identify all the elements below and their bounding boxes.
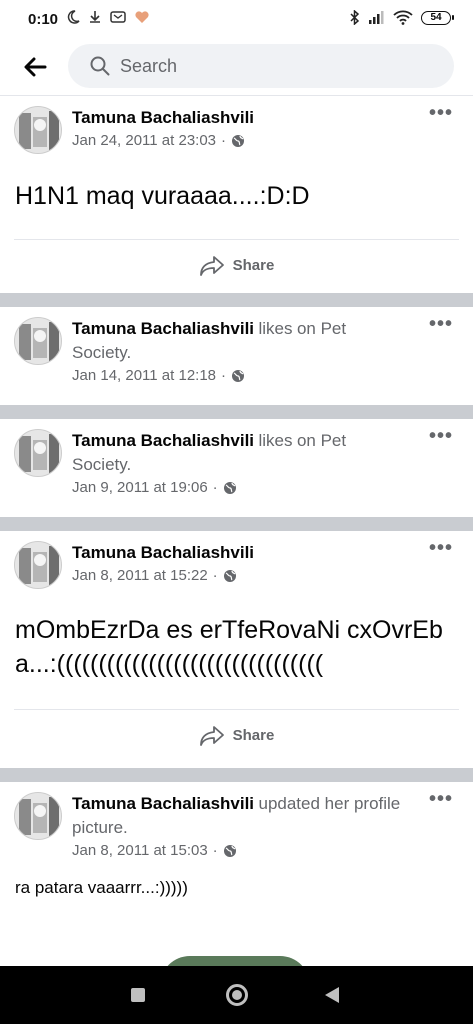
post-meta: Jan 9, 2011 at 19:06 · [72, 479, 409, 496]
more-options-button[interactable]: ••• [429, 789, 453, 809]
author-name[interactable]: Tamuna Bachaliashvili [72, 319, 254, 338]
back-arrow-icon [24, 57, 47, 77]
bluetooth-icon [350, 10, 360, 25]
share-icon [199, 725, 224, 746]
signal-icon [369, 11, 384, 24]
more-options-button[interactable]: ••• [429, 426, 453, 446]
post-separator [0, 517, 473, 531]
health-icon [135, 11, 149, 23]
author-name[interactable]: Tamuna Bachaliashvili [72, 543, 254, 562]
more-options-button[interactable]: ••• [429, 538, 453, 558]
post: Tamuna Bachaliashvili Jan 24, 2011 at 23… [0, 96, 473, 293]
post-meta: Jan 24, 2011 at 23:03 · [72, 132, 409, 149]
home-button[interactable] [226, 984, 248, 1006]
more-options-button[interactable]: ••• [429, 314, 453, 334]
avatar[interactable] [14, 106, 62, 154]
share-button[interactable]: Share [14, 709, 459, 761]
share-label: Share [232, 257, 275, 274]
post-text: mOmbEzrDa es erTfeRovaNi cxOvrEba...:(((… [15, 616, 443, 678]
status-left-icons [66, 10, 150, 24]
system-nav-bar [0, 966, 473, 1024]
post: Tamuna Bachaliashvili likes on Pet Socie… [0, 307, 473, 405]
post-head-text: Tamuna Bachaliashvili updated her profil… [72, 792, 409, 859]
post-header: Tamuna Bachaliashvili Jan 24, 2011 at 23… [0, 96, 473, 156]
status-right-icons: 54 [350, 10, 454, 25]
back-nav-button[interactable] [325, 987, 339, 1003]
download-icon [90, 11, 100, 23]
post-header: Tamuna Bachaliashvili Jan 8, 2011 at 15:… [0, 531, 473, 591]
post-date[interactable]: Jan 9, 2011 at 19:06 [72, 479, 208, 496]
post-text: H1N1 maq vuraaaa....:D:D [15, 182, 310, 210]
globe-icon [223, 569, 236, 582]
post-date[interactable]: Jan 8, 2011 at 15:03 [72, 842, 208, 859]
post-text: ra patara vaaarrr...:))))) [15, 878, 188, 897]
post-header: Tamuna Bachaliashvili updated her profil… [0, 782, 473, 859]
post-head-text: Tamuna Bachaliashvili likes on Pet Socie… [72, 429, 409, 496]
post-separator [0, 293, 473, 307]
post-date[interactable]: Jan 8, 2011 at 15:22 [72, 567, 208, 584]
post-header: Tamuna Bachaliashvili likes on Pet Socie… [0, 419, 473, 496]
avatar[interactable] [14, 541, 62, 589]
post-head-text: Tamuna Bachaliashvili likes on Pet Socie… [72, 317, 409, 384]
avatar[interactable] [14, 317, 62, 365]
post-date[interactable]: Jan 24, 2011 at 23:03 [72, 132, 216, 149]
globe-icon [223, 844, 236, 857]
post: Tamuna Bachaliashvili updated her profil… [0, 782, 473, 952]
battery-indicator: 54 [421, 10, 454, 25]
globe-icon [232, 369, 245, 382]
avatar[interactable] [14, 429, 62, 477]
globe-icon [232, 134, 245, 147]
share-label: Share [232, 727, 275, 744]
post-meta: Jan 8, 2011 at 15:03 · [72, 842, 409, 859]
post-meta: Jan 8, 2011 at 15:22 · [72, 567, 409, 584]
share-icon [199, 255, 224, 276]
search-icon [90, 56, 110, 76]
post-head-text: Tamuna Bachaliashvili Jan 24, 2011 at 23… [72, 106, 409, 149]
post-separator [0, 405, 473, 419]
recents-button[interactable] [131, 988, 145, 1002]
globe-icon [223, 481, 236, 494]
post: Tamuna Bachaliashvili likes on Pet Socie… [0, 419, 473, 517]
moon-icon [67, 10, 80, 24]
status-time: 0:10 [28, 11, 59, 28]
search-box[interactable] [68, 44, 454, 88]
author-name[interactable]: Tamuna Bachaliashvili [72, 108, 254, 127]
post-separator [0, 768, 473, 782]
search-input[interactable] [120, 55, 420, 77]
status-bar: 0:10 54 [0, 0, 473, 40]
post-action: likes [258, 431, 293, 450]
avatar[interactable] [14, 792, 62, 840]
notification-icon [110, 11, 126, 23]
back-button[interactable] [20, 52, 50, 82]
post: Tamuna Bachaliashvili Jan 8, 2011 at 15:… [0, 531, 473, 768]
post-head-text: Tamuna Bachaliashvili Jan 8, 2011 at 15:… [72, 541, 409, 584]
post-meta: Jan 14, 2011 at 12:18 · [72, 367, 409, 384]
post-header: Tamuna Bachaliashvili likes on Pet Socie… [0, 307, 473, 384]
author-name[interactable]: Tamuna Bachaliashvili [72, 431, 254, 450]
share-button[interactable]: Share [14, 239, 459, 291]
feed: Tamuna Bachaliashvili Jan 24, 2011 at 23… [0, 96, 473, 952]
wifi-icon [393, 10, 413, 25]
author-name[interactable]: Tamuna Bachaliashvili [72, 794, 254, 813]
post-action: likes [258, 319, 293, 338]
more-options-button[interactable]: ••• [429, 103, 453, 123]
post-date[interactable]: Jan 14, 2011 at 12:18 [72, 367, 216, 384]
top-bar [0, 40, 473, 96]
